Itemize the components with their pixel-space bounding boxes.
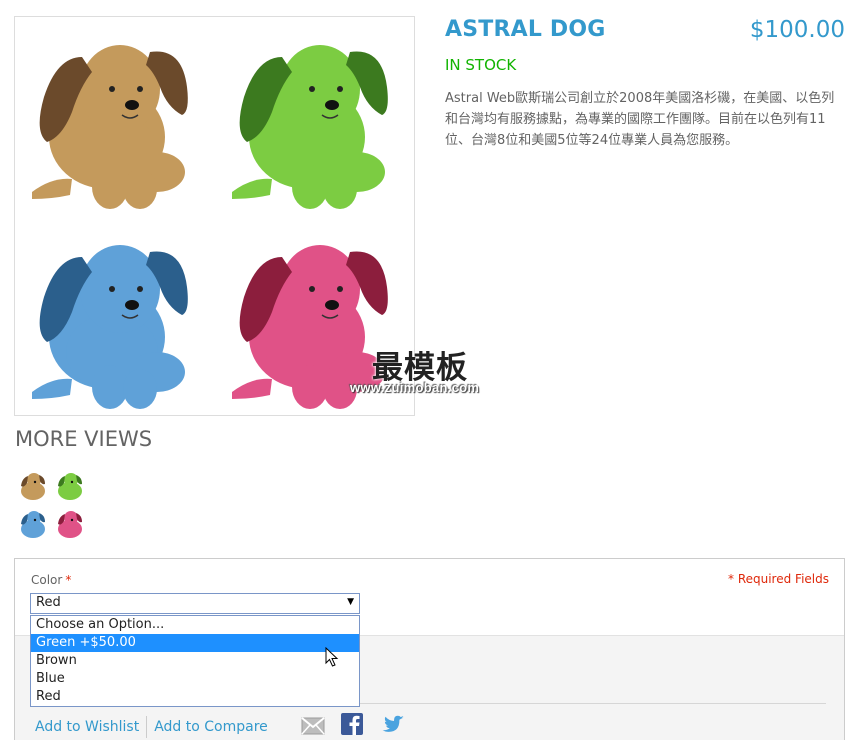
required-fields-note: * Required Fields <box>728 572 829 586</box>
dog-collage-image <box>32 45 388 409</box>
color-select-value: Red <box>36 595 61 610</box>
dropdown-option-blue[interactable]: Blue <box>31 670 359 688</box>
product-options-box: Color * * Required Fields Red ▼ Choose an… <box>14 558 845 740</box>
dropdown-option-brown[interactable]: Brown <box>31 652 359 670</box>
product-description: Astral Web歐斯瑞公司創立於2008年美國洛杉磯，在美國、以色列和台灣均… <box>445 91 835 148</box>
color-option-label: Color * <box>31 573 71 587</box>
thumbnail-pink-image <box>58 511 82 538</box>
color-label-text: Color <box>31 573 63 587</box>
dropdown-option-choose[interactable]: Choose an Option... <box>31 616 359 634</box>
thumbnail-tan[interactable] <box>15 468 49 502</box>
dropdown-option-green[interactable]: Green +$50.00 <box>31 634 359 652</box>
add-to-compare-link[interactable]: Add to Compare <box>154 719 268 735</box>
thumbnail-green-image <box>58 473 82 500</box>
required-asterisk: * <box>65 573 72 587</box>
product-price: $100.00 <box>749 17 845 43</box>
color-select[interactable]: Red ▼ <box>30 593 360 614</box>
thumbnail-blue[interactable] <box>15 506 49 540</box>
action-links: Add to Wishlist Add to Compare <box>35 716 268 738</box>
dropdown-option-red[interactable]: Red <box>31 688 359 706</box>
email-icon[interactable] <box>301 717 325 735</box>
thumbnail-pink[interactable] <box>52 506 86 540</box>
add-to-wishlist-link[interactable]: Add to Wishlist <box>35 719 139 735</box>
facebook-icon[interactable] <box>341 713 363 735</box>
link-separator <box>146 716 148 738</box>
dropdown-arrow-icon: ▼ <box>347 597 354 607</box>
watermark: 最模板 www.zuimoban.com <box>350 342 502 398</box>
thumbnail-blue-image <box>21 511 45 538</box>
more-views-title: MORE VIEWS <box>15 427 153 451</box>
color-dropdown-list[interactable]: Choose an Option... Green +$50.00 Brown … <box>30 615 360 707</box>
availability-status: IN STOCK <box>445 56 517 74</box>
thumbnail-tan-image <box>21 473 45 500</box>
watermark-url: www.zuimoban.com <box>350 380 480 395</box>
twitter-icon[interactable] <box>381 715 405 735</box>
product-main-image[interactable] <box>14 16 415 416</box>
thumbnail-green[interactable] <box>52 468 86 502</box>
product-name: ASTRAL DOG <box>445 17 606 42</box>
mouse-cursor-icon <box>325 647 339 667</box>
